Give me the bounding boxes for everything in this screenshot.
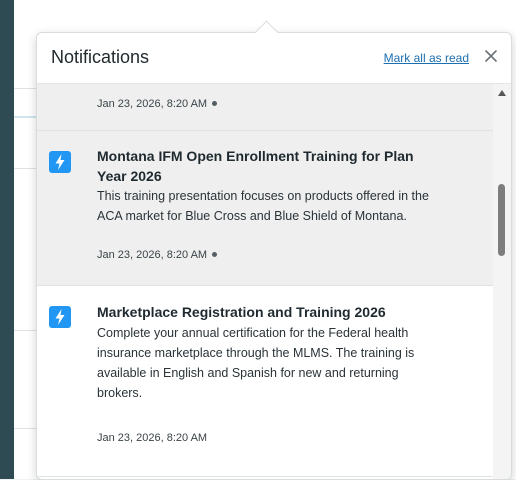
lightning-bolt-icon: [49, 306, 71, 328]
background-side-bar: [0, 0, 14, 479]
notification-timestamp: Jan 23, 2026, 8:20 AM: [97, 432, 208, 444]
notification-body: Complete your annual certification for t…: [97, 326, 415, 400]
background-divider: [14, 428, 38, 429]
scroll-up-arrow-icon[interactable]: [498, 90, 506, 96]
notification-list: Jan 23, 2026, 8:20 AM Montana IFM Open E…: [37, 84, 493, 479]
unread-dot-icon: [212, 251, 218, 257]
notification-body: This training presentation focuses on pr…: [97, 189, 429, 223]
notification-timestamp: Jan 23, 2026, 8:20 AM: [97, 98, 218, 110]
scrollbar-thumb[interactable]: [498, 184, 505, 256]
notification-item[interactable]: Montana IFM Open Enrollment Training for…: [37, 131, 493, 286]
unread-dot-icon: [212, 100, 218, 106]
notification-timestamp: Jan 23, 2026, 8:20 AM: [97, 249, 218, 261]
scrollbar[interactable]: [493, 84, 511, 479]
notification-title: Marketplace Registration and Training 20…: [97, 304, 386, 320]
notification-item[interactable]: Marketplace Registration and Training 20…: [37, 286, 493, 477]
background-divider: [14, 330, 38, 331]
mark-all-read-link[interactable]: Mark all as read: [384, 51, 469, 65]
background-divider: [14, 168, 38, 169]
notification-title: Montana IFM Open Enrollment Training for…: [97, 148, 414, 184]
close-icon[interactable]: [481, 46, 501, 66]
background-divider: [14, 116, 38, 118]
notifications-popover: Notifications Mark all as read Jan 23, 2…: [36, 32, 512, 480]
lightning-bolt-icon: [49, 151, 71, 173]
background-divider: [14, 88, 38, 89]
popover-header: Notifications Mark all as read: [37, 33, 511, 84]
popover-title: Notifications: [51, 47, 150, 67]
notification-item[interactable]: Jan 23, 2026, 8:20 AM: [37, 84, 493, 131]
